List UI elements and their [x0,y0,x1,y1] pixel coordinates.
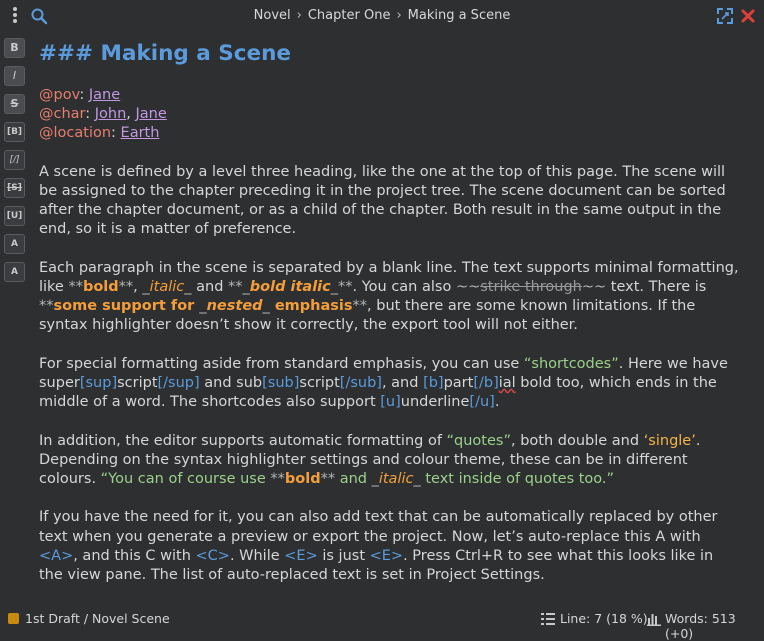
document-editor[interactable]: ### Making a Scene @pov: Jane @char: Joh… [39,40,739,604]
status-color-icon [8,613,19,624]
word-count-icon [647,614,661,626]
breadcrumb-separator: › [396,8,402,23]
breadcrumb-item-chapter[interactable]: Chapter One [308,8,391,23]
breadcrumb-item-novel[interactable]: Novel [254,8,291,23]
heading-text: Making a Scene [100,41,291,66]
shortcode-italic-button[interactable]: [/] [4,150,25,170]
tag-value[interactable]: Earth [121,125,160,141]
keyword-pov: @pov [39,87,80,103]
breadcrumb-separator: › [296,8,302,23]
word-count: Words: 513 (+0) [665,611,736,641]
subscript-button[interactable]: A [4,262,25,282]
paragraph-1: A scene is defined by a level three head… [39,163,726,238]
line-count: Line: 7 (18 %) [560,611,648,626]
format-toolbar: B I S [B] [/] [S] [U] A A [4,38,26,290]
shortcode-underline-button[interactable]: [U] [4,206,25,226]
tag-value[interactable]: John [95,106,127,122]
editor-header: Novel › Chapter One › Making a Scene [0,0,764,32]
paragraph-5: If you have the need for it, you can als… [39,509,718,583]
close-icon[interactable] [739,7,757,25]
paragraph-4: In addition, the editor supports automat… [39,432,701,487]
paragraph-3: For special formatting aside from standa… [39,355,728,411]
breadcrumb-item-scene[interactable]: Making a Scene [408,8,511,23]
scene-heading: ### Making a Scene [39,40,739,68]
line-count-icon [541,613,555,625]
paragraph-2: Each paragraph in the scene is separated… [39,259,739,334]
meta-location: @location: Earth [39,125,160,142]
tag-value[interactable]: Jane [136,106,167,122]
meta-pov: @pov: Jane [39,87,121,103]
italic-button[interactable]: I [4,66,25,86]
heading-marker: ### [39,41,94,66]
keyword-char: @char [39,106,86,123]
superscript-button[interactable]: A [4,234,25,254]
bold-button[interactable]: B [4,38,25,58]
shortcode-strike-button[interactable]: [S] [4,178,25,198]
strikethrough-button[interactable]: S [4,94,25,114]
document-status: 1st Draft / Novel Scene [25,611,170,626]
breadcrumb: Novel › Chapter One › Making a Scene [0,8,764,23]
meta-char: @char: John, Jane [39,106,167,123]
fullscreen-icon[interactable] [716,7,734,25]
keyword-location: @location [39,125,112,142]
status-bar: 1st Draft / Novel Scene Line: 7 (18 %) W… [0,607,764,641]
shortcode-bold-button[interactable]: [B] [4,122,25,142]
tag-value[interactable]: Jane [89,87,120,103]
